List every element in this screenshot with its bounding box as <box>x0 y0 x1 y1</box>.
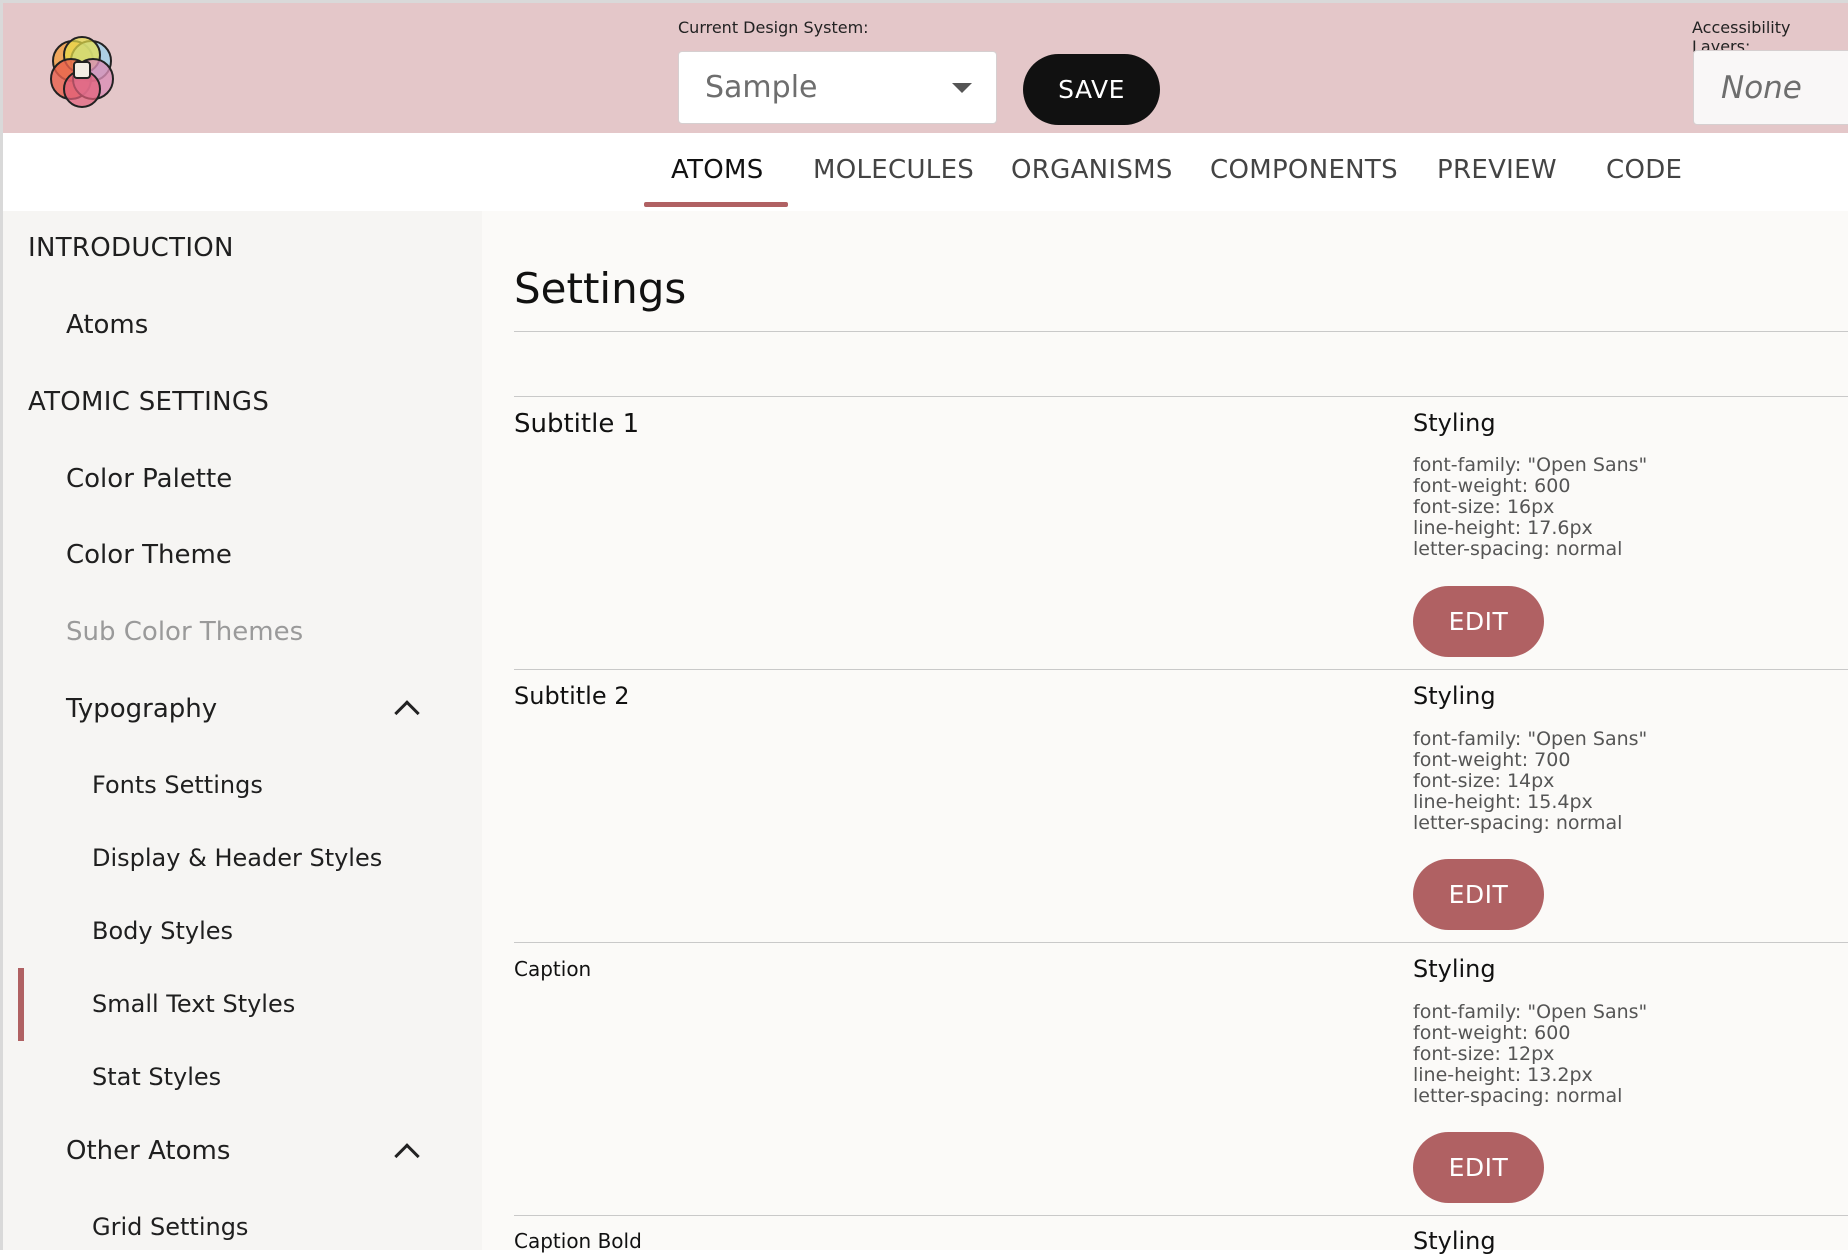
divider <box>514 669 1848 670</box>
page-title: Settings <box>514 264 687 313</box>
styling-heading: Styling <box>1413 955 1496 983</box>
style-specs: font-family: "Open Sans" font-weight: 60… <box>1413 455 1647 560</box>
sidebar-section-atomic-settings[interactable]: ATOMIC SETTINGS <box>28 387 269 417</box>
row-title-subtitle-1: Subtitle 1 <box>514 409 640 439</box>
spec-line: line-height: 13.2px <box>1413 1064 1593 1086</box>
design-system-label: Current Design System: <box>678 18 869 37</box>
spec-line: font-family: "Open Sans" <box>1413 454 1648 476</box>
tab-code[interactable]: CODE <box>1606 155 1682 185</box>
design-system-value: Sample <box>705 70 818 105</box>
spec-line: font-family: "Open Sans" <box>1413 1001 1648 1023</box>
chevron-up-icon[interactable] <box>394 700 420 726</box>
edit-button[interactable]: EDIT <box>1413 859 1544 930</box>
chevron-up-icon[interactable] <box>394 1143 420 1169</box>
sidebar-item-atoms[interactable]: Atoms <box>66 310 148 340</box>
sidebar-item-stat-styles[interactable]: Stat Styles <box>92 1063 221 1091</box>
tab-components[interactable]: COMPONENTS <box>1210 155 1398 185</box>
sidebar-nav: INTRODUCTION Atoms ATOMIC SETTINGS Color… <box>0 211 482 1250</box>
main-tabs: ATOMS MOLECULES ORGANISMS COMPONENTS PRE… <box>0 133 1848 211</box>
divider <box>514 1215 1848 1216</box>
spec-line: font-size: 12px <box>1413 1043 1555 1065</box>
spec-line: letter-spacing: normal <box>1413 812 1623 834</box>
accessibility-layers-select[interactable]: None <box>1693 50 1848 125</box>
sidebar-item-color-palette[interactable]: Color Palette <box>66 464 232 494</box>
tab-atoms[interactable]: ATOMS <box>671 155 764 185</box>
styling-heading: Styling <box>1413 682 1496 710</box>
row-title-caption-bold: Caption Bold <box>514 1229 642 1253</box>
spec-line: letter-spacing: normal <box>1413 538 1623 560</box>
sidebar-item-color-theme[interactable]: Color Theme <box>66 540 232 570</box>
sidebar-item-small-text-styles[interactable]: Small Text Styles <box>92 990 295 1018</box>
tab-molecules[interactable]: MOLECULES <box>813 155 974 185</box>
spec-line: font-weight: 600 <box>1413 475 1571 497</box>
sidebar-item-other-atoms[interactable]: Other Atoms <box>66 1136 230 1166</box>
sidebar-item-sub-color-themes[interactable]: Sub Color Themes <box>66 617 303 647</box>
spec-line: font-family: "Open Sans" <box>1413 728 1648 750</box>
spec-line: font-weight: 600 <box>1413 1022 1571 1044</box>
divider <box>514 396 1848 397</box>
design-system-select[interactable]: Sample <box>678 51 997 124</box>
spec-line: line-height: 15.4px <box>1413 791 1593 813</box>
save-button[interactable]: SAVE <box>1023 54 1160 125</box>
spec-line: font-size: 16px <box>1413 496 1555 518</box>
row-title-subtitle-2: Subtitle 2 <box>514 682 630 710</box>
chevron-down-icon <box>952 83 972 93</box>
styling-heading: Styling <box>1413 1227 1496 1255</box>
divider <box>514 331 1848 332</box>
main-content: Settings Subtitle 1 Styling font-family:… <box>482 211 1848 1255</box>
edit-button[interactable]: EDIT <box>1413 1132 1544 1203</box>
sidebar-item-typography[interactable]: Typography <box>66 694 217 724</box>
edit-button[interactable]: EDIT <box>1413 586 1544 657</box>
sidebar-item-display-header-styles[interactable]: Display & Header Styles <box>92 844 382 872</box>
app-logo-icon[interactable] <box>41 31 123 113</box>
active-tab-indicator <box>644 202 788 207</box>
style-specs: font-family: "Open Sans" font-weight: 70… <box>1413 729 1647 834</box>
row-title-caption: Caption <box>514 957 592 981</box>
styling-heading: Styling <box>1413 409 1496 437</box>
spec-line: line-height: 17.6px <box>1413 517 1593 539</box>
spec-line: font-size: 14px <box>1413 770 1555 792</box>
active-item-indicator <box>18 968 24 1041</box>
sidebar-section-introduction[interactable]: INTRODUCTION <box>28 233 234 263</box>
tab-organisms[interactable]: ORGANISMS <box>1011 155 1173 185</box>
tab-preview[interactable]: PREVIEW <box>1437 155 1557 185</box>
spec-line: font-weight: 700 <box>1413 749 1571 771</box>
style-specs: font-family: "Open Sans" font-weight: 60… <box>1413 1002 1647 1107</box>
top-header: Current Design System: Sample SAVE Acces… <box>0 0 1848 133</box>
divider <box>514 942 1848 943</box>
sidebar-item-body-styles[interactable]: Body Styles <box>92 917 233 945</box>
sidebar-item-fonts-settings[interactable]: Fonts Settings <box>92 771 263 799</box>
sidebar-item-grid-settings[interactable]: Grid Settings <box>92 1213 248 1241</box>
spec-line: letter-spacing: normal <box>1413 1085 1623 1107</box>
